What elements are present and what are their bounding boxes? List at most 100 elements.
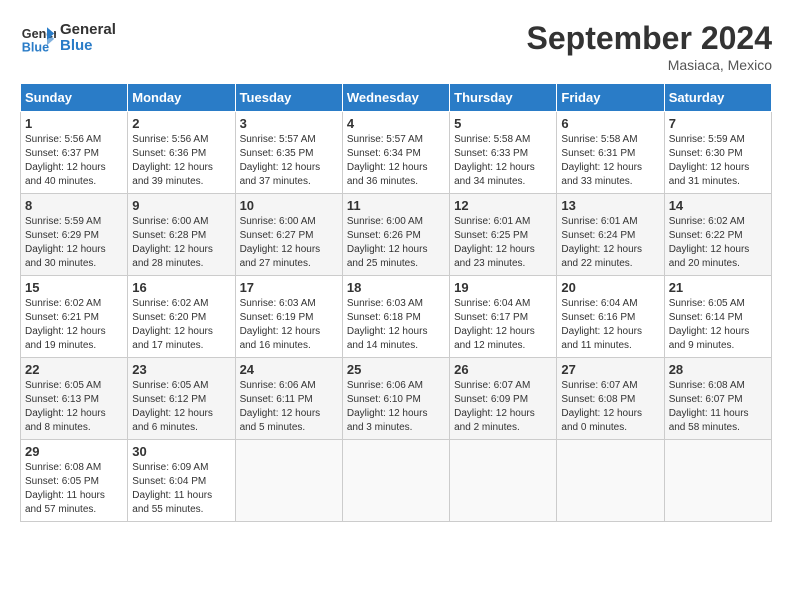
day-info: Sunrise: 6:07 AMSunset: 6:09 PMDaylight:…: [454, 379, 552, 435]
day-number: 3: [240, 116, 338, 131]
day-number: 27: [561, 362, 659, 377]
calendar-week-3: 15 Sunrise: 6:02 AMSunset: 6:21 PMDayligh…: [21, 276, 772, 358]
calendar-cell: 8 Sunrise: 5:59 AMSunset: 6:29 PMDaylight…: [21, 194, 128, 276]
calendar-cell: 17 Sunrise: 6:03 AMSunset: 6:19 PMDayligh…: [235, 276, 342, 358]
day-number: 21: [669, 280, 767, 295]
day-number: 8: [25, 198, 123, 213]
calendar-cell: 12Sunrise: 6:01 AMSunset: 6:25 PMDayligh…: [450, 194, 557, 276]
day-info: Sunrise: 6:03 AMSunset: 6:19 PMDaylight:…: [240, 297, 338, 353]
weekday-sunday: Sunday: [21, 84, 128, 112]
day-info: Sunrise: 6:05 AMSunset: 6:13 PMDaylight:…: [25, 379, 123, 435]
calendar-week-1: 1Sunrise: 5:56 AMSunset: 6:37 PMDaylight…: [21, 112, 772, 194]
day-info: Sunrise: 6:08 AMSunset: 6:07 PMDaylight:…: [669, 379, 767, 435]
calendar-cell: [235, 440, 342, 522]
calendar-cell: 18 Sunrise: 6:03 AMSunset: 6:18 PMDayligh…: [342, 276, 449, 358]
day-info: Sunrise: 6:05 AMSunset: 6:14 PMDaylight:…: [669, 297, 767, 353]
day-info: Sunrise: 6:01 AMSunset: 6:25 PMDaylight:…: [454, 215, 552, 271]
calendar-week-2: 8 Sunrise: 5:59 AMSunset: 6:29 PMDaylight…: [21, 194, 772, 276]
calendar-cell: 19 Sunrise: 6:04 AMSunset: 6:17 PMDayligh…: [450, 276, 557, 358]
day-info: Sunrise: 6:06 AMSunset: 6:10 PMDaylight:…: [347, 379, 445, 435]
day-info: Sunrise: 6:03 AMSunset: 6:18 PMDaylight:…: [347, 297, 445, 353]
day-number: 15: [25, 280, 123, 295]
calendar-cell: 27 Sunrise: 6:07 AMSunset: 6:08 PMDayligh…: [557, 358, 664, 440]
day-info: Sunrise: 6:09 AMSunset: 6:04 PMDaylight:…: [132, 461, 230, 517]
calendar-cell: 25 Sunrise: 6:06 AMSunset: 6:10 PMDayligh…: [342, 358, 449, 440]
calendar-cell: 29 Sunrise: 6:08 AMSunset: 6:05 PMDayligh…: [21, 440, 128, 522]
day-number: 13: [561, 198, 659, 213]
calendar-cell: 28 Sunrise: 6:08 AMSunset: 6:07 PMDayligh…: [664, 358, 771, 440]
day-info: Sunrise: 6:05 AMSunset: 6:12 PMDaylight:…: [132, 379, 230, 435]
day-number: 17: [240, 280, 338, 295]
calendar-cell: 6 Sunrise: 5:58 AMSunset: 6:31 PMDaylight…: [557, 112, 664, 194]
calendar-cell: 1Sunrise: 5:56 AMSunset: 6:37 PMDaylight…: [21, 112, 128, 194]
title-section: September 2024 Masiaca, Mexico: [527, 20, 772, 73]
day-number: 2: [132, 116, 230, 131]
day-number: 24: [240, 362, 338, 377]
calendar-cell: 15 Sunrise: 6:02 AMSunset: 6:21 PMDayligh…: [21, 276, 128, 358]
day-number: 5: [454, 116, 552, 131]
day-info: Sunrise: 6:02 AMSunset: 6:22 PMDaylight:…: [669, 215, 767, 271]
day-info: Sunrise: 6:00 AMSunset: 6:28 PMDaylight:…: [132, 215, 230, 271]
calendar-week-5: 29 Sunrise: 6:08 AMSunset: 6:05 PMDayligh…: [21, 440, 772, 522]
weekday-tuesday: Tuesday: [235, 84, 342, 112]
calendar-cell: 20 Sunrise: 6:04 AMSunset: 6:16 PMDayligh…: [557, 276, 664, 358]
location: Masiaca, Mexico: [527, 57, 772, 73]
day-info: Sunrise: 6:04 AMSunset: 6:16 PMDaylight:…: [561, 297, 659, 353]
calendar-cell: 9 Sunrise: 6:00 AMSunset: 6:28 PMDaylight…: [128, 194, 235, 276]
calendar-cell: 10 Sunrise: 6:00 AMSunset: 6:27 PMDayligh…: [235, 194, 342, 276]
day-info: Sunrise: 6:02 AMSunset: 6:20 PMDaylight:…: [132, 297, 230, 353]
day-info: Sunrise: 6:00 AMSunset: 6:26 PMDaylight:…: [347, 215, 445, 271]
day-number: 22: [25, 362, 123, 377]
calendar-cell: 21 Sunrise: 6:05 AMSunset: 6:14 PMDayligh…: [664, 276, 771, 358]
calendar-cell: 23 Sunrise: 6:05 AMSunset: 6:12 PMDayligh…: [128, 358, 235, 440]
day-info: Sunrise: 6:01 AMSunset: 6:24 PMDaylight:…: [561, 215, 659, 271]
day-number: 11: [347, 198, 445, 213]
calendar-cell: 16 Sunrise: 6:02 AMSunset: 6:20 PMDayligh…: [128, 276, 235, 358]
calendar-cell: 11 Sunrise: 6:00 AMSunset: 6:26 PMDayligh…: [342, 194, 449, 276]
day-number: 7: [669, 116, 767, 131]
calendar-cell: 26 Sunrise: 6:07 AMSunset: 6:09 PMDayligh…: [450, 358, 557, 440]
day-number: 1: [25, 116, 123, 131]
day-info: Sunrise: 6:00 AMSunset: 6:27 PMDaylight:…: [240, 215, 338, 271]
calendar-body: 1Sunrise: 5:56 AMSunset: 6:37 PMDaylight…: [21, 112, 772, 522]
day-number: 26: [454, 362, 552, 377]
calendar-cell: [450, 440, 557, 522]
calendar-table: SundayMondayTuesdayWednesdayThursdayFrid…: [20, 83, 772, 522]
calendar-cell: 14 Sunrise: 6:02 AMSunset: 6:22 PMDayligh…: [664, 194, 771, 276]
logo: General Blue General Blue: [20, 20, 116, 56]
calendar-cell: [557, 440, 664, 522]
weekday-friday: Friday: [557, 84, 664, 112]
day-number: 23: [132, 362, 230, 377]
day-number: 19: [454, 280, 552, 295]
logo-icon: General Blue: [20, 20, 56, 56]
day-number: 28: [669, 362, 767, 377]
weekday-saturday: Saturday: [664, 84, 771, 112]
day-info: Sunrise: 6:02 AMSunset: 6:21 PMDaylight:…: [25, 297, 123, 353]
day-number: 25: [347, 362, 445, 377]
weekday-thursday: Thursday: [450, 84, 557, 112]
day-number: 20: [561, 280, 659, 295]
calendar-cell: 5Sunrise: 5:58 AMSunset: 6:33 PMDaylight…: [450, 112, 557, 194]
month-title: September 2024: [527, 20, 772, 57]
calendar-week-4: 22 Sunrise: 6:05 AMSunset: 6:13 PMDayligh…: [21, 358, 772, 440]
day-info: Sunrise: 5:59 AMSunset: 6:29 PMDaylight:…: [25, 215, 123, 271]
calendar-cell: 7Sunrise: 5:59 AMSunset: 6:30 PMDaylight…: [664, 112, 771, 194]
svg-text:Blue: Blue: [22, 41, 49, 55]
calendar-cell: 24Sunrise: 6:06 AMSunset: 6:11 PMDayligh…: [235, 358, 342, 440]
day-number: 29: [25, 444, 123, 459]
calendar-cell: [342, 440, 449, 522]
day-info: Sunrise: 6:08 AMSunset: 6:05 PMDaylight:…: [25, 461, 123, 517]
day-number: 9: [132, 198, 230, 213]
day-number: 18: [347, 280, 445, 295]
day-number: 10: [240, 198, 338, 213]
day-number: 6: [561, 116, 659, 131]
day-number: 16: [132, 280, 230, 295]
day-info: Sunrise: 6:04 AMSunset: 6:17 PMDaylight:…: [454, 297, 552, 353]
calendar-cell: [664, 440, 771, 522]
day-number: 4: [347, 116, 445, 131]
day-info: Sunrise: 6:07 AMSunset: 6:08 PMDaylight:…: [561, 379, 659, 435]
calendar-cell: 13 Sunrise: 6:01 AMSunset: 6:24 PMDayligh…: [557, 194, 664, 276]
page-header: General Blue General Blue September 2024…: [20, 20, 772, 73]
day-info: Sunrise: 5:58 AMSunset: 6:31 PMDaylight:…: [561, 133, 659, 189]
day-number: 14: [669, 198, 767, 213]
